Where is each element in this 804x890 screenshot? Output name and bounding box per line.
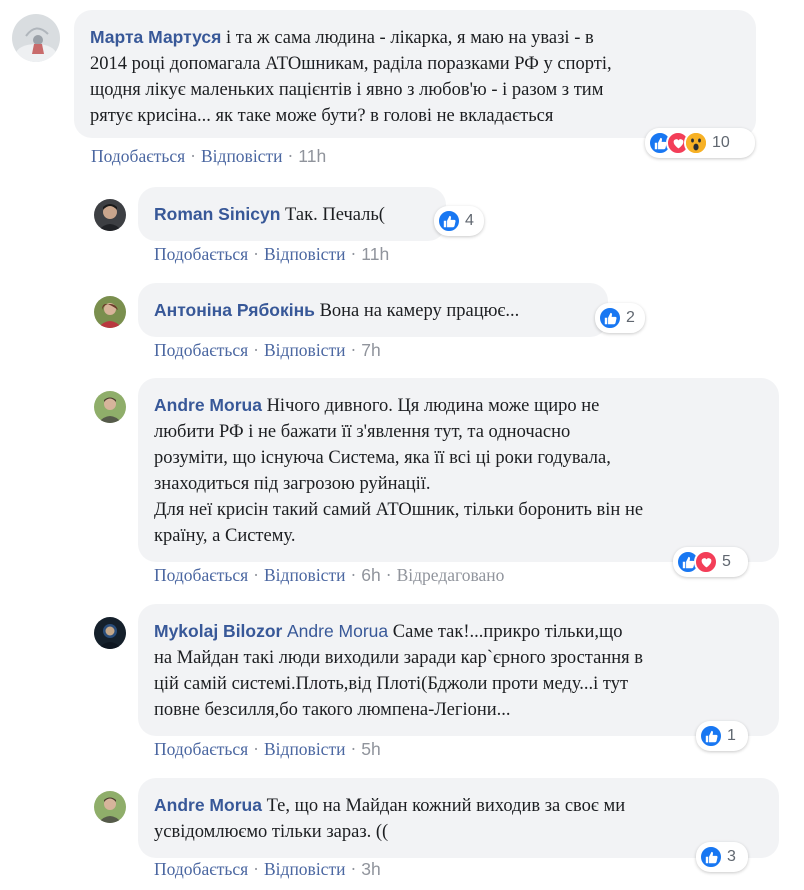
separator: · — [253, 565, 259, 585]
separator: · — [253, 859, 259, 879]
reaction-summary[interactable]: 1 — [696, 721, 748, 751]
like-icon — [699, 845, 723, 869]
like-icon — [699, 724, 723, 748]
separator: · — [190, 146, 196, 166]
comment-actions: Подобається · Відповісти · 6h · Відредаговано — [154, 565, 504, 586]
comment-actions: Подобається · Відповісти · 5h — [154, 739, 381, 760]
comment-author[interactable]: Mykolaj Bilozor — [154, 621, 282, 641]
reaction-count: 1 — [727, 727, 736, 744]
separator: · — [350, 739, 357, 759]
comment-text: Вона на камеру працює... — [319, 301, 520, 321]
edited-label[interactable]: Відредаговано — [397, 565, 505, 585]
separator: · — [385, 565, 392, 585]
like-icon — [437, 209, 461, 233]
like-icon — [598, 306, 622, 330]
comment-text: Нічого дивного. Ця людина може щиро не л… — [154, 396, 644, 546]
comment-author[interactable]: Антоніна Рябокінь — [154, 300, 315, 320]
like-link[interactable]: Подобається — [154, 244, 248, 264]
reply-link[interactable]: Відповісти — [201, 146, 282, 166]
comment-author[interactable]: Andre Morua — [154, 395, 262, 415]
reaction-count: 4 — [465, 212, 474, 229]
comment-bubble: Mykolaj Bilozor Andre Morua Саме так!...… — [138, 604, 779, 736]
avatar[interactable] — [94, 296, 126, 328]
love-icon — [694, 550, 718, 574]
like-link[interactable]: Подобається — [154, 859, 248, 879]
comment-actions: Подобається · Відповісти · 3h — [154, 859, 381, 880]
comment-bubble: Andre Morua Те, що на Майдан кожний вихо… — [138, 778, 779, 858]
comment-actions: Подобається · Відповісти · 11h — [91, 146, 326, 167]
separator: · — [350, 244, 357, 264]
separator: · — [350, 859, 357, 879]
reaction-summary[interactable]: 5 — [673, 547, 748, 577]
comment-author[interactable]: Andre Morua — [154, 795, 262, 815]
reply-link[interactable]: Відповісти — [264, 340, 345, 360]
reaction-summary[interactable]: 10 — [645, 128, 755, 158]
reply-link[interactable]: Відповісти — [264, 859, 345, 879]
separator: · — [350, 340, 357, 360]
comment-bubble: Andre Morua Нічого дивного. Ця людина мо… — [138, 378, 779, 562]
reaction-summary[interactable]: 4 — [434, 206, 484, 236]
comment-actions: Подобається · Відповісти · 11h — [154, 244, 389, 265]
reaction-summary[interactable]: 2 — [595, 303, 645, 333]
separator: · — [253, 739, 259, 759]
reaction-count: 5 — [722, 553, 731, 570]
reply-link[interactable]: Відповісти — [264, 244, 345, 264]
avatar[interactable] — [94, 199, 126, 231]
mention-link[interactable]: Andre Morua — [287, 621, 388, 641]
avatar[interactable] — [94, 617, 126, 649]
timestamp[interactable]: 3h — [361, 859, 380, 879]
avatar[interactable] — [94, 791, 126, 823]
avatar[interactable] — [12, 14, 60, 62]
comment-bubble: Марта Мартуся і та ж сама людина - лікар… — [74, 10, 756, 138]
timestamp[interactable]: 7h — [361, 340, 380, 360]
reaction-summary[interactable]: 3 — [696, 842, 748, 872]
comment-author[interactable]: Марта Мартуся — [90, 27, 221, 47]
comment-author[interactable]: Roman Sinicyn — [154, 204, 280, 224]
reaction-count: 2 — [626, 309, 635, 326]
like-link[interactable]: Подобається — [91, 146, 185, 166]
timestamp[interactable]: 11h — [361, 244, 389, 264]
separator: · — [253, 244, 259, 264]
like-link[interactable]: Подобається — [154, 739, 248, 759]
reaction-count: 3 — [727, 848, 736, 865]
separator: · — [350, 565, 357, 585]
comment-bubble: Антоніна Рябокінь Вона на камеру працює.… — [138, 283, 608, 337]
reaction-count: 10 — [712, 134, 730, 151]
like-link[interactable]: Подобається — [154, 340, 248, 360]
timestamp[interactable]: 6h — [361, 565, 380, 585]
wow-icon — [684, 131, 708, 155]
timestamp[interactable]: 11h — [298, 146, 326, 166]
comment-bubble: Roman Sinicyn Так. Печаль( — [138, 187, 446, 241]
reply-link[interactable]: Відповісти — [264, 565, 345, 585]
comment-text: Так. Печаль( — [285, 205, 385, 225]
comment-actions: Подобається · Відповісти · 7h — [154, 340, 381, 361]
like-link[interactable]: Подобається — [154, 565, 248, 585]
reply-link[interactable]: Відповісти — [264, 739, 345, 759]
timestamp[interactable]: 5h — [361, 739, 380, 759]
separator: · — [253, 340, 259, 360]
separator: · — [287, 146, 294, 166]
avatar[interactable] — [94, 391, 126, 423]
